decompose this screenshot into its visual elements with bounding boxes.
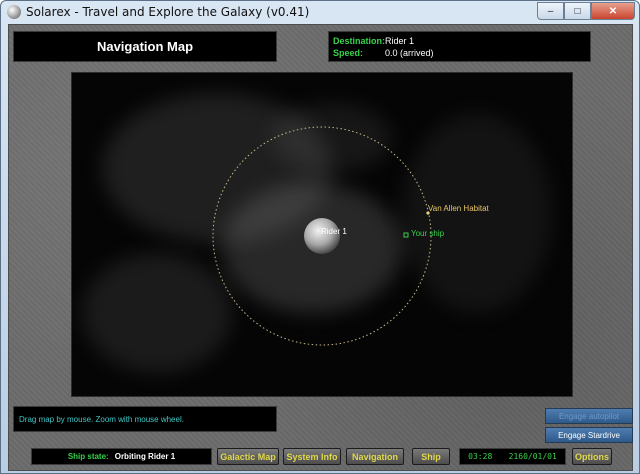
speed-label: Speed: — [333, 48, 364, 58]
ship-state-value: Orbiting Rider 1 — [114, 452, 176, 461]
page-title: Navigation Map — [13, 31, 277, 62]
minimize-button[interactable]: – — [537, 2, 564, 20]
engage-stardrive-button[interactable]: Engage Stardrive — [545, 427, 633, 443]
galactic-map-button[interactable]: Galactic Map — [217, 448, 279, 465]
navigation-map[interactable]: Rider 1 Van Allen Habitat Your ship — [71, 72, 573, 397]
ship-marker[interactable] — [403, 232, 409, 238]
speed-value: 0.0 (arrived) — [385, 48, 434, 58]
ship-label: Your ship — [411, 229, 445, 238]
options-button[interactable]: Options — [572, 448, 612, 465]
system-info-button[interactable]: System Info — [283, 448, 341, 465]
title-bar[interactable]: Solarex - Travel and Explore the Galaxy … — [1, 1, 639, 23]
navigation-button[interactable]: Navigation — [346, 448, 404, 465]
window-title: Solarex - Travel and Explore the Galaxy … — [26, 5, 310, 19]
map-overlay: Rider 1 Van Allen Habitat Your ship — [212, 126, 490, 346]
destination-label: Destination: — [333, 36, 386, 46]
game-client-area: Navigation Map Destination: Rider 1 Spee… — [8, 24, 633, 471]
engage-autopilot-button[interactable]: Engage autopilot — [545, 408, 633, 424]
planet-label: Rider 1 — [321, 227, 347, 236]
app-icon — [7, 5, 21, 19]
clock-date: 2160/01/01 — [508, 452, 557, 461]
game-clock: 03:28 2160/01/01 — [459, 448, 566, 465]
planet-rider-1[interactable] — [304, 218, 340, 254]
close-button[interactable]: ✕ — [591, 2, 635, 20]
window-controls: – □ ✕ — [537, 2, 635, 20]
habitat-label: Van Allen Habitat — [428, 204, 490, 213]
map-hint: Drag map by mouse. Zoom with mouse wheel… — [13, 406, 277, 432]
maximize-button[interactable]: □ — [564, 2, 591, 20]
app-window: Solarex - Travel and Explore the Galaxy … — [0, 0, 640, 474]
ship-state-panel: Ship state: Orbiting Rider 1 — [31, 448, 212, 465]
ship-button[interactable]: Ship — [412, 448, 450, 465]
destination-value: Rider 1 — [385, 36, 415, 46]
destination-panel: Destination: Rider 1 Speed: 0.0 (arrived… — [328, 31, 591, 62]
clock-time: 03:28 — [468, 452, 493, 461]
ship-state-label: Ship state: — [67, 452, 109, 461]
